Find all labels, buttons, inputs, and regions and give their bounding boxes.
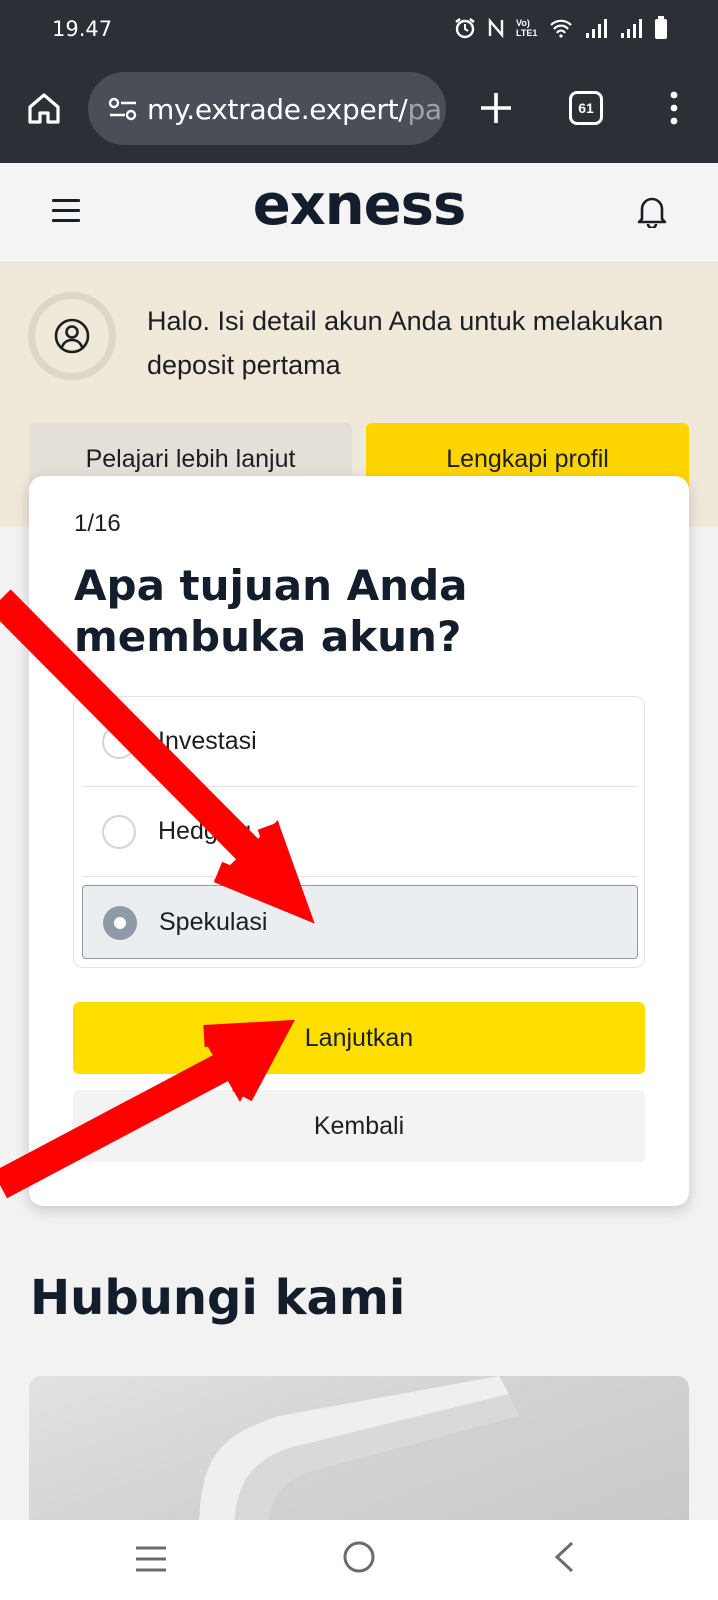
- contact-image: [29, 1376, 689, 1536]
- back-nav-icon[interactable]: [552, 1540, 576, 1574]
- status-bar: 19.47 Vo) LTE1: [0, 0, 718, 60]
- option-label: Spekulasi: [159, 908, 268, 936]
- recent-apps-icon[interactable]: [134, 1544, 168, 1574]
- signal-icon-2: [621, 19, 642, 38]
- url-text[interactable]: my.extrade.expert/pa: [147, 93, 442, 126]
- decorative-shape: [199, 1376, 519, 1536]
- option-spekulasi[interactable]: Spekulasi: [82, 885, 638, 959]
- android-navigation-bar: [0, 1520, 718, 1600]
- more-menu-icon[interactable]: [664, 91, 684, 125]
- home-nav-icon[interactable]: [342, 1540, 376, 1574]
- url-rest: pa: [407, 93, 442, 126]
- question-title: Apa tujuan Anda membuka akun?: [74, 561, 468, 661]
- status-icons: Vo) LTE1: [454, 14, 668, 42]
- step-counter: 1/16: [74, 510, 121, 537]
- volte-icon: Vo) LTE1: [516, 18, 538, 38]
- option-hedging[interactable]: Hedging: [82, 795, 638, 877]
- option-investasi[interactable]: Investasi: [82, 705, 638, 787]
- alarm-icon: [455, 18, 475, 39]
- option-label: Hedging: [158, 817, 252, 845]
- app-header: exness: [0, 163, 718, 263]
- notification-bell-icon[interactable]: [636, 194, 668, 228]
- radio-button-selected[interactable]: [103, 906, 137, 940]
- continue-button[interactable]: Lanjutkan: [73, 1002, 645, 1074]
- options-group: Investasi Hedging Spekulasi: [73, 696, 645, 968]
- nfc-icon: [488, 17, 504, 39]
- tab-switcher-button[interactable]: 61: [569, 91, 603, 125]
- radio-button[interactable]: [102, 815, 136, 849]
- exness-logo: exness: [252, 173, 467, 238]
- site-settings-icon[interactable]: [108, 97, 138, 121]
- url-main: my.extrade.expert/: [147, 93, 408, 126]
- radio-button[interactable]: [102, 725, 136, 759]
- back-button[interactable]: Kembali: [73, 1090, 645, 1162]
- home-icon[interactable]: [26, 90, 62, 126]
- address-bar[interactable]: my.extrade.expert/pa: [88, 72, 446, 145]
- status-time: 19.47: [52, 17, 113, 41]
- signal-icon: [586, 19, 607, 38]
- battery-icon: [655, 16, 667, 39]
- banner-message: Halo. Isi detail akun Anda untuk melakuk…: [147, 306, 664, 380]
- user-icon: [54, 318, 90, 354]
- questionnaire-card: 1/16 Apa tujuan Anda membuka akun? Inves…: [29, 476, 689, 1206]
- contact-heading: Hubungi kami: [30, 1270, 406, 1326]
- new-tab-icon[interactable]: [476, 88, 516, 128]
- option-label: Investasi: [158, 727, 257, 755]
- wifi-icon: [550, 19, 572, 38]
- browser-toolbar: my.extrade.expert/pa 61: [0, 60, 718, 163]
- profile-progress-ring: [28, 292, 116, 380]
